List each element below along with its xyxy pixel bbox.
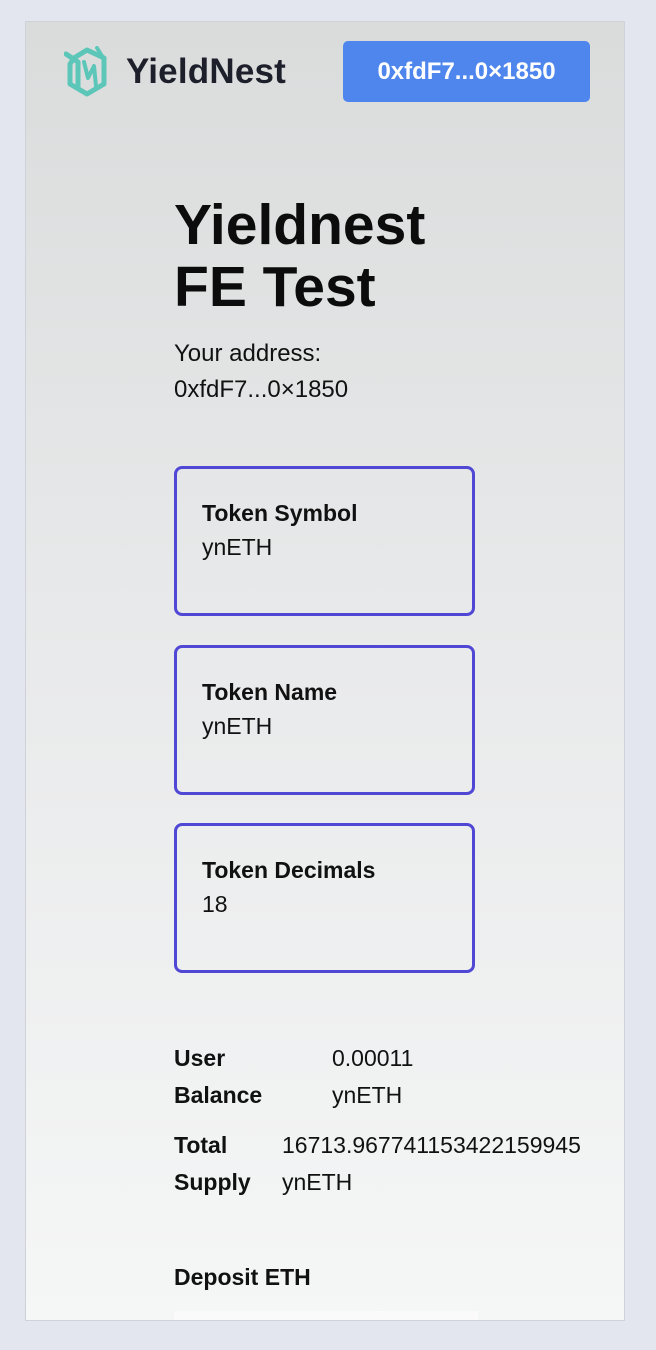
card-value: ynETH	[202, 534, 273, 560]
token-name-card: Token Name ynETH	[174, 645, 475, 795]
total-supply-value: 16713.967741153422159945 ynETH	[282, 1132, 581, 1195]
app-page: YieldNest 0xfdF7...0×1850 Yieldnest FE T…	[25, 21, 625, 1321]
card-label: Token Name	[202, 679, 338, 705]
yieldnest-logo-icon	[64, 46, 107, 97]
token-decimals-card: Token Decimals 18	[174, 823, 475, 973]
total-supply-label: Total Supply	[174, 1132, 251, 1195]
card-label: Token Decimals	[202, 857, 376, 883]
card-value: ynETH	[202, 713, 273, 739]
token-symbol-card: Token Symbol ynETH	[174, 466, 475, 616]
total-supply-row: Total Supply 16713.967741153422159945 yn…	[174, 1127, 614, 1207]
deposit-eth-label: Deposit ETH	[174, 1264, 311, 1290]
header: YieldNest 0xfdF7...0×1850	[26, 22, 624, 122]
main-content: Yieldnest FE Test Your address: 0xfdF7..…	[174, 193, 614, 1320]
user-balance-label: User Balance	[174, 1045, 263, 1108]
address-label: Your address:	[174, 340, 322, 367]
address-value: 0xfdF7...0×1850	[174, 376, 349, 403]
card-label: Token Symbol	[202, 500, 358, 526]
deposit-eth-input[interactable]	[174, 1311, 478, 1320]
brand-logo[interactable]: YieldNest	[64, 44, 286, 100]
user-balance-value: 0.00011 ynETH	[332, 1045, 414, 1108]
user-address: Your address: 0xfdF7...0×1850	[174, 336, 614, 408]
wallet-address-button[interactable]: 0xfdF7...0×1850	[343, 41, 590, 102]
user-balance-row: User Balance 0.00011 ynETH	[174, 1040, 474, 1120]
brand-name: YieldNest	[126, 52, 287, 91]
page-title: Yieldnest FE Test	[174, 193, 426, 319]
card-value: 18	[202, 891, 228, 917]
